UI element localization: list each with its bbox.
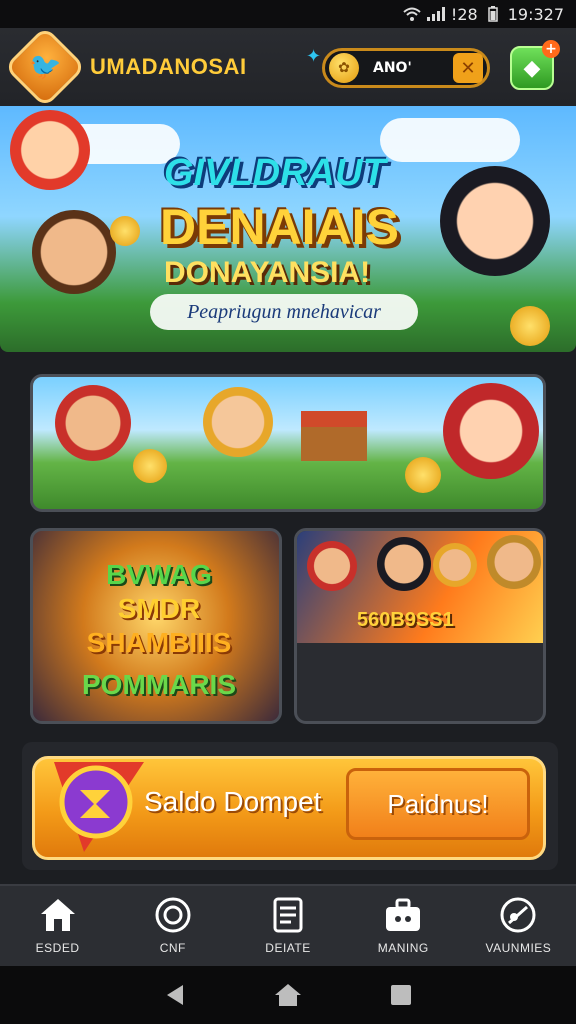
status-bar: !28 19:327: [0, 0, 576, 28]
nav-item-target[interactable]: CNF: [115, 886, 230, 966]
hero-title-line3: DONAYANSIA!: [164, 256, 371, 289]
game-card-team[interactable]: 560B9SS1: [294, 528, 546, 724]
gift-badge: +: [542, 40, 560, 58]
nav-item-whistle[interactable]: VAUNMIES: [461, 886, 576, 966]
character-cap-boy: [307, 541, 357, 591]
home-circle-icon[interactable]: [274, 983, 302, 1007]
card-team-label: 560B9SS1: [357, 609, 454, 631]
character-dark-hair: [377, 537, 431, 591]
nav-label: ESDED: [35, 941, 80, 955]
nav-item-receipt[interactable]: DEIATE: [230, 886, 345, 966]
status-icons: !28: [403, 5, 478, 24]
character-hardhat: [433, 543, 477, 587]
gift-icon: ◆: [523, 55, 541, 81]
signal-icon: [426, 7, 445, 21]
bird-icon: 🐦: [28, 52, 62, 82]
home-icon: [40, 899, 75, 931]
nav-label: MANING: [377, 941, 429, 955]
hero-subtitle: Peapriugun mnehavicar: [150, 294, 418, 330]
game-card-words[interactable]: BVWAG SMDR SHAMBIIIS POMMARIS: [30, 528, 282, 724]
back-icon[interactable]: [163, 983, 187, 1007]
bottom-nav: ESDED CNF DEIATE MANING VAUNMIES: [0, 884, 576, 966]
whistle-icon: [500, 897, 536, 933]
receipt-icon: [273, 897, 303, 933]
target-icon: [155, 897, 191, 933]
coin-icon: [405, 457, 441, 493]
coin-icon: ✿: [329, 53, 359, 83]
coin-add-button[interactable]: ✕: [453, 53, 483, 83]
nav-label: CNF: [159, 941, 186, 955]
character-boy: [32, 210, 116, 294]
character-cap-boy: [55, 385, 131, 461]
card-words-line1: SMDR: [117, 593, 201, 624]
system-nav-bar: [0, 966, 576, 1024]
character-miner: [487, 535, 541, 589]
coin-icon: [133, 449, 167, 483]
nav-label: VAUNMIES: [485, 941, 552, 955]
coin-balance-pill[interactable]: ✿ ANO' ✕: [322, 48, 490, 88]
house-illustration: [301, 411, 367, 461]
wifi-icon: [403, 7, 421, 21]
battery-icon: [487, 6, 498, 22]
coin-balance-value: ANO': [373, 60, 412, 76]
wallet-icon: [54, 762, 144, 852]
character-cap-boy: [10, 110, 90, 190]
character-helmet-man: [443, 383, 539, 479]
nav-label: DEIATE: [265, 941, 311, 955]
card-words-line3: POMMARIS: [82, 669, 236, 700]
pay-button[interactable]: Paidnus!: [346, 768, 530, 840]
coin-icon: [110, 216, 140, 246]
signal-text: !28: [450, 4, 478, 24]
gift-button[interactable]: ◆ +: [510, 40, 560, 90]
character-girl-helmet: [440, 166, 550, 276]
character-blond-boy: [203, 387, 273, 457]
sparkle-icon: ✦: [306, 46, 322, 67]
wallet-label: Saldo Dompet: [144, 786, 322, 817]
app-logo[interactable]: 🐦: [3, 25, 87, 109]
status-time: 19:327: [507, 4, 564, 24]
app-title: UMADANOSAI: [90, 54, 247, 79]
hero-banner[interactable]: GIVLDRAUT DENAIAIS DONAYANSIA! Peapriugu…: [0, 106, 576, 352]
cloud: [380, 118, 520, 162]
nav-item-toolbox[interactable]: MANING: [346, 886, 461, 966]
card-words-line2: SHAMBIIIS: [86, 627, 232, 658]
team-scene: 560B9SS1: [297, 531, 543, 643]
card-words-top: BVWAG: [106, 559, 212, 590]
recents-icon[interactable]: [389, 983, 413, 1007]
toolbox-icon: [386, 898, 421, 931]
game-card-wide[interactable]: [30, 374, 546, 512]
nav-item-home[interactable]: ESDED: [0, 886, 115, 966]
app-header: 🐦 UMADANOSAI ✦ ✿ ANO' ✕ ◆ +: [0, 25, 576, 109]
hero-title-line2: DENAIAIS: [160, 199, 399, 255]
hero-title-line1: GIVLDRAUT: [164, 152, 386, 194]
coin-icon: [510, 306, 550, 346]
